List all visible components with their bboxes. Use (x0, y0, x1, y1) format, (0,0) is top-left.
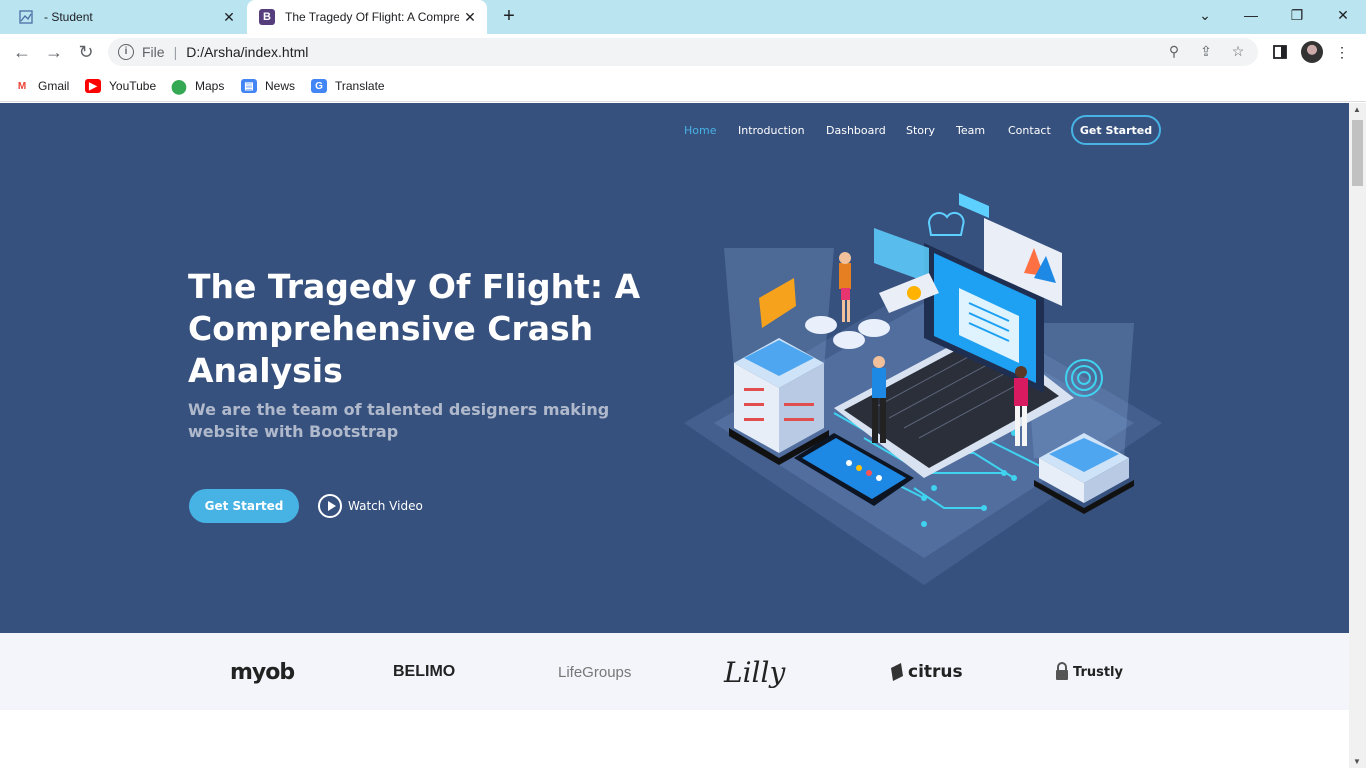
zoom-icon[interactable]: ⚲ (1164, 43, 1184, 61)
close-tab-icon[interactable]: ✕ (218, 9, 240, 26)
scroll-down-icon[interactable]: ▼ (1353, 757, 1361, 766)
url-scheme: File (142, 44, 165, 60)
tab-student[interactable]: - Student ✕ (8, 0, 246, 34)
menu-icon[interactable]: ⋮ (1330, 40, 1354, 64)
client-logo-myob: myob (230, 659, 295, 685)
minimize-button[interactable]: — (1228, 0, 1274, 30)
image-icon (18, 9, 34, 25)
bookmark-label: News (265, 79, 296, 93)
nav-story[interactable]: Story (906, 124, 935, 137)
nav-get-started-button[interactable]: Get Started (1071, 115, 1161, 145)
avatar (1301, 41, 1323, 63)
nav-introduction[interactable]: Introduction (738, 124, 805, 137)
tab-search-icon[interactable]: ⌄ (1182, 0, 1228, 30)
client-logo-trustly: Trustly (1054, 655, 1123, 689)
reload-button[interactable]: ↻ (74, 40, 98, 64)
hero-title: The Tragedy Of Flight: A Comprehensive C… (188, 267, 641, 390)
side-panel-icon[interactable] (1268, 40, 1292, 64)
new-tab-button[interactable]: + (498, 6, 520, 28)
client-logo-belimo: BELIMO (393, 655, 455, 689)
citrus-mark-icon (891, 663, 903, 681)
site-nav: Home Introduction Dashboard Story Team C… (0, 115, 1349, 149)
page-viewport: Home Introduction Dashboard Story Team C… (0, 103, 1349, 768)
restore-button[interactable]: ❐ (1274, 0, 1320, 30)
bookmark-star-icon[interactable]: ☆ (1228, 43, 1248, 61)
watch-video-button[interactable]: Watch Video (318, 493, 423, 519)
lock-icon (1056, 662, 1068, 680)
client-logo-lifegroups: LifeGroups (558, 663, 632, 681)
bookmark-maps[interactable]: ⬤ Maps (171, 76, 224, 96)
bookmark-label: Gmail (38, 79, 70, 93)
close-window-button[interactable]: ✕ (1320, 0, 1366, 30)
gmail-icon: M (14, 79, 30, 93)
client-logo-citrus-text: citrus (908, 662, 963, 682)
watch-video-label: Watch Video (348, 499, 423, 513)
bookmark-label: YouTube (109, 79, 157, 93)
next-section (0, 710, 1349, 768)
tab-title: The Tragedy Of Flight: A Compre (285, 10, 459, 24)
bookmark-gmail[interactable]: M Gmail (14, 76, 69, 96)
nav-contact[interactable]: Contact (1008, 124, 1051, 137)
tab-arsha[interactable]: B The Tragedy Of Flight: A Compre ✕ (247, 0, 487, 34)
forward-button[interactable]: → (42, 40, 66, 64)
back-button[interactable]: ← (10, 40, 34, 64)
youtube-icon: ▶ (85, 79, 101, 93)
hero-subtitle: We are the team of talented designers ma… (188, 400, 610, 441)
client-logo-citrus: citrus (889, 655, 963, 689)
play-icon (318, 494, 342, 518)
browser-toolbar: ← → ↻ i File | D:/Arsha/index.html ⚲ ⇪ ☆… (0, 34, 1366, 70)
translate-icon: G (311, 79, 327, 93)
url-text[interactable]: D:/Arsha/index.html (186, 44, 308, 60)
scrollbar-thumb[interactable] (1352, 120, 1363, 186)
page-scrollbar[interactable]: ▲ ▼ (1349, 103, 1366, 768)
client-logo-trustly-text: Trustly (1073, 664, 1123, 680)
nav-dashboard[interactable]: Dashboard (826, 124, 886, 137)
share-icon[interactable]: ⇪ (1196, 43, 1216, 61)
bookmarks-bar: M Gmail ▶ YouTube ⬤ Maps ▤ News G Transl… (0, 70, 1366, 102)
clients-section: myob BELIMO LifeGroups Lilly citrus Trus… (0, 633, 1349, 710)
url-separator: | (173, 44, 178, 60)
address-bar[interactable]: i File | D:/Arsha/index.html ⚲ ⇪ ☆ (108, 38, 1258, 66)
tab-strip: - Student ✕ B The Tragedy Of Flight: A C… (0, 0, 1366, 34)
bookmark-youtube[interactable]: ▶ YouTube (85, 76, 156, 96)
close-tab-icon[interactable]: ✕ (459, 9, 481, 26)
get-started-button[interactable]: Get Started (189, 489, 299, 523)
bookmark-news[interactable]: ▤ News (241, 76, 295, 96)
bootstrap-icon: B (259, 9, 275, 25)
news-icon: ▤ (241, 79, 257, 93)
bookmark-label: Translate (335, 79, 385, 93)
tab-title: - Student (44, 10, 93, 24)
hero-illustration (684, 193, 1162, 585)
client-logo-lilly: Lilly (724, 655, 786, 689)
client-logo-belimo-text: BELIMO (393, 663, 456, 680)
maps-icon: ⬤ (171, 77, 187, 94)
profile-avatar[interactable] (1300, 40, 1324, 64)
bookmark-translate[interactable]: G Translate (311, 76, 385, 96)
bookmark-label: Maps (195, 79, 225, 93)
hero-section: Home Introduction Dashboard Story Team C… (0, 103, 1349, 633)
nav-home[interactable]: Home (684, 124, 716, 137)
info-icon[interactable]: i (118, 44, 134, 60)
nav-team[interactable]: Team (956, 124, 985, 137)
scroll-up-icon[interactable]: ▲ (1353, 105, 1361, 114)
